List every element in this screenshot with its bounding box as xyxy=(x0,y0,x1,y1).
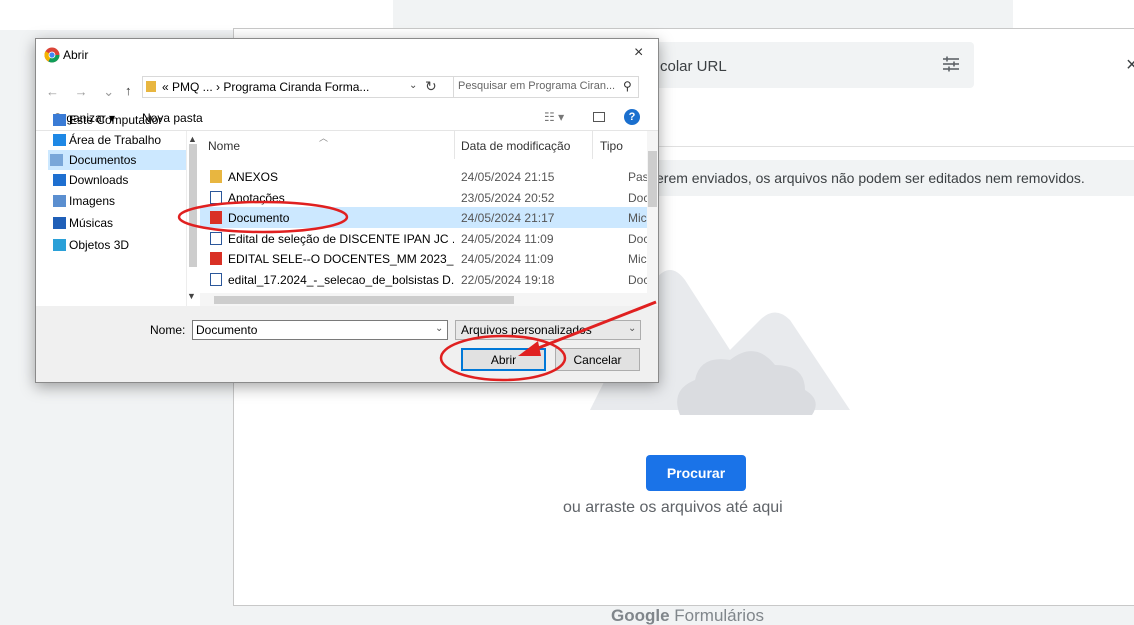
upload-close-icon[interactable]: × xyxy=(1126,54,1134,77)
objects-3d-icon xyxy=(53,239,66,251)
scroll-up-icon[interactable]: ▲ xyxy=(188,134,197,144)
file-modified-date: 22/05/2024 19:18 xyxy=(461,273,555,287)
music-icon xyxy=(53,217,66,229)
filename-history-chevron-icon[interactable]: ⌄ xyxy=(435,323,443,334)
dialog-title: Abrir xyxy=(63,48,89,62)
preview-pane-icon[interactable] xyxy=(593,112,605,122)
nav-item[interactable]: Objetos 3D xyxy=(51,235,186,255)
chevron-down-icon[interactable]: ⌄ xyxy=(409,80,417,91)
folder-icon xyxy=(146,81,156,92)
file-row[interactable]: edital_17.2024_-_selecao_de_bolsistas D.… xyxy=(200,269,658,290)
cancel-button[interactable]: Cancelar xyxy=(555,348,640,371)
nav-item-label: Este Computador xyxy=(69,113,163,127)
url-input-placeholder: colar URL xyxy=(660,58,727,75)
nav-item-label: Área de Trabalho xyxy=(69,133,162,147)
file-modified-date: 24/05/2024 11:09 xyxy=(461,252,554,267)
forms-wordmark: Formulários xyxy=(669,606,765,625)
file-name: Anotações xyxy=(228,190,285,205)
file-row[interactable]: Edital de seleção de DISCENTE IPAN JC ..… xyxy=(200,228,658,249)
nav-item-label: Músicas xyxy=(69,216,114,230)
refresh-icon[interactable]: ↻ xyxy=(425,78,437,95)
file-name: ANEXOS xyxy=(228,170,279,184)
nav-item[interactable]: Downloads xyxy=(51,170,186,190)
file-name: EDITAL SELE--O DOCENTES_MM 2023_FI... xyxy=(228,252,454,267)
column-header-type[interactable]: Tipo xyxy=(600,139,623,153)
nav-item[interactable]: Área de Trabalho xyxy=(51,130,186,150)
view-options-icon[interactable]: ☷ ▾ xyxy=(544,110,564,124)
file-row[interactable]: Documento24/05/2024 21:17Microso xyxy=(200,207,658,229)
file-modified-date: 24/05/2024 11:09 xyxy=(461,231,554,246)
dialog-titlebar xyxy=(36,39,658,69)
nav-item[interactable]: Este Computador xyxy=(51,110,186,130)
file-row[interactable]: EDITAL SELE--O DOCENTES_MM 2023_FI... 24/… xyxy=(200,248,658,269)
browse-button[interactable]: Procurar xyxy=(646,455,746,491)
file-modified-date: 23/05/2024 20:52 xyxy=(461,190,555,205)
help-icon[interactable]: ? xyxy=(624,109,640,125)
drag-drop-hint: ou arraste os arquivos até aqui xyxy=(563,499,783,516)
search-placeholder: Pesquisar em Programa Ciran... xyxy=(458,80,616,92)
back-forward-icons[interactable]: ← → ⌄ xyxy=(46,84,120,100)
file-row[interactable]: Anotações23/05/2024 20:52Docume xyxy=(200,187,658,208)
column-header-name[interactable]: Nome xyxy=(208,139,240,153)
file-type-filter-value[interactable]: Arquivos personalizados xyxy=(461,323,592,337)
nav-item[interactable]: Músicas xyxy=(51,213,186,233)
documents-icon xyxy=(50,154,63,166)
computer-icon xyxy=(53,114,66,126)
nav-item[interactable]: Documentos xyxy=(48,150,186,170)
folder-icon xyxy=(210,170,222,183)
tune-icon[interactable] xyxy=(942,56,960,72)
nav-item-label: Objetos 3D xyxy=(69,238,130,252)
column-separator xyxy=(454,131,455,159)
nav-item[interactable]: Imagens xyxy=(51,191,186,211)
sort-caret-icon: ︿ xyxy=(319,133,329,143)
file-modified-date: 24/05/2024 21:17 xyxy=(461,211,555,226)
pdf-icon xyxy=(210,252,222,266)
background-header-right xyxy=(1013,0,1134,30)
dialog-close-icon[interactable]: × xyxy=(634,44,643,62)
word-icon xyxy=(210,231,222,245)
column-separator xyxy=(592,131,593,159)
up-arrow-icon[interactable]: ↑ xyxy=(125,83,132,98)
google-forms-logo: Google Formulários xyxy=(611,606,764,625)
pdf-icon xyxy=(210,211,222,225)
file-modified-date: 24/05/2024 21:15 xyxy=(461,170,555,184)
desktop-icon xyxy=(53,134,66,146)
downloads-icon xyxy=(53,174,66,186)
images-icon xyxy=(53,195,66,207)
column-header-date[interactable]: Data de modificação xyxy=(461,139,570,153)
word-icon xyxy=(210,273,222,286)
nav-item-label: Imagens xyxy=(69,194,116,208)
filename-label: Nome: xyxy=(150,323,186,337)
tabs-divider xyxy=(650,146,1134,147)
file-row[interactable]: ANEXOS24/05/2024 21:15Pasta de xyxy=(200,166,658,187)
file-list-scroll-thumb[interactable] xyxy=(648,151,657,207)
filename-value[interactable]: Documento xyxy=(196,323,257,337)
address-path[interactable]: « PMQ ... › Programa Ciranda Forma... xyxy=(162,80,369,94)
chrome-icon xyxy=(44,47,60,63)
nav-item-label: Documentos xyxy=(69,153,137,167)
navigation-scroll-thumb[interactable] xyxy=(189,144,197,267)
google-wordmark: Google xyxy=(611,606,670,625)
nav-item-label: Downloads xyxy=(69,173,129,187)
file-name: Edital de seleção de DISCENTE IPAN JC ..… xyxy=(228,231,454,246)
file-name: edital_17.2024_-_selecao_de_bolsistas D.… xyxy=(228,273,454,287)
search-icon[interactable]: ⚲ xyxy=(623,79,632,93)
background-header-left xyxy=(0,0,393,30)
open-button[interactable]: Abrir xyxy=(461,348,546,371)
file-name: Documento xyxy=(228,211,290,226)
scroll-down-icon[interactable]: ▼ xyxy=(187,291,196,301)
notice-text: erem enviados, os arquivos não podem ser… xyxy=(656,170,1085,186)
word-icon xyxy=(210,190,222,204)
open-file-dialog: Abrir × ← → ⌄ ↑ « PMQ ... › Programa Cir… xyxy=(35,38,659,383)
file-type-chevron-icon[interactable]: ⌄ xyxy=(628,323,636,334)
file-list-horizontal-thumb[interactable] xyxy=(214,296,514,304)
